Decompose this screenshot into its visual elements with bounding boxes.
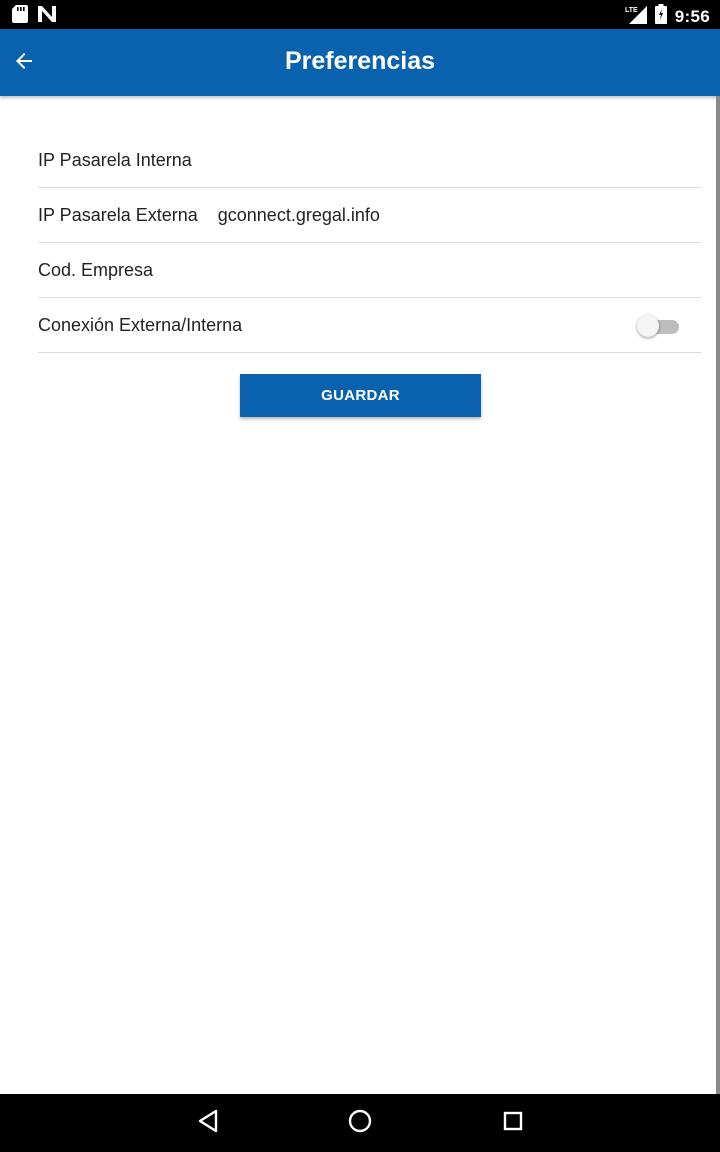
home-circle-icon — [347, 1108, 373, 1139]
ip-interna-input[interactable] — [223, 133, 701, 187]
toggle-thumb — [637, 315, 659, 337]
settings-list: IP Pasarela Interna IP Pasarela Externa … — [38, 133, 701, 353]
setting-label: Conexión Externa/Interna — [38, 314, 243, 335]
scrollbar[interactable] — [716, 96, 720, 1094]
status-bar: LTE 9:56 — [0, 0, 720, 29]
signal-icon: LTE — [625, 4, 647, 29]
status-left — [12, 5, 56, 28]
network-label: LTE — [625, 7, 638, 14]
nav-home-button[interactable] — [345, 1108, 375, 1138]
status-time: 9:56 — [674, 6, 710, 26]
save-button[interactable]: GUARDAR — [240, 374, 481, 417]
nav-recents-button[interactable] — [498, 1108, 528, 1138]
ip-externa-input[interactable]: gconnect.gregal.info — [218, 205, 380, 226]
cod-empresa-input[interactable] — [223, 243, 701, 297]
page-title: Preferencias — [284, 47, 436, 75]
conexion-toggle[interactable] — [637, 315, 681, 337]
nav-back-button[interactable] — [193, 1108, 223, 1138]
setting-row-cod-empresa: Cod. Empresa — [38, 243, 701, 298]
nav-bar — [0, 1094, 720, 1152]
recents-square-icon — [502, 1110, 524, 1137]
setting-row-conexion: Conexión Externa/Interna — [38, 298, 701, 353]
sd-card-icon — [12, 5, 28, 28]
battery-icon — [654, 4, 667, 29]
setting-row-ip-interna: IP Pasarela Interna — [38, 133, 701, 188]
notification-n-icon — [38, 6, 56, 27]
setting-label: IP Pasarela Interna — [38, 149, 192, 170]
setting-row-ip-externa: IP Pasarela Externa gconnect.gregal.info — [38, 188, 701, 243]
setting-label: IP Pasarela Externa — [38, 204, 198, 225]
screen: LTE 9:56 Preferencias IP Pasarela Intern… — [0, 0, 720, 1152]
setting-label: Cod. Empresa — [38, 259, 154, 280]
back-triangle-icon — [197, 1109, 219, 1138]
status-right: LTE 9:56 — [625, 4, 710, 29]
app-bar: Preferencias — [0, 29, 720, 96]
